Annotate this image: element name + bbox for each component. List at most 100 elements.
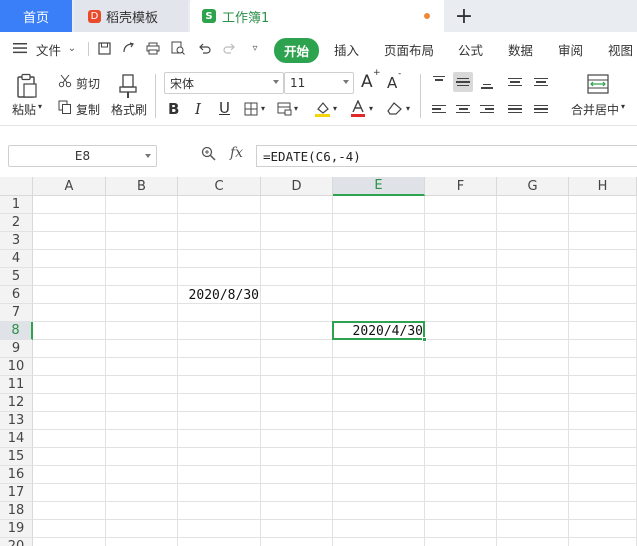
align-middle-icon[interactable] [453, 72, 473, 92]
column-header-a[interactable]: A [33, 177, 106, 196]
formula-input[interactable]: =EDATE(C6,-4) [256, 145, 637, 167]
italic-button[interactable]: I [195, 100, 201, 118]
row-header-11[interactable]: 11 [0, 376, 33, 394]
caret-down-icon[interactable]: ▾ [38, 102, 42, 111]
tab-template[interactable]: D 稻壳模板 [74, 0, 188, 32]
file-menu[interactable]: 文件 [36, 40, 61, 59]
column-header-h[interactable]: H [569, 177, 637, 196]
hamburger-menu-icon[interactable] [12, 40, 28, 56]
column-header-g[interactable]: G [497, 177, 569, 196]
justify-icon[interactable] [505, 99, 525, 119]
row-header-1[interactable]: 1 [0, 196, 33, 214]
column-header-c[interactable]: C [178, 177, 261, 196]
row-header-12[interactable]: 12 [0, 394, 33, 412]
grid-line [33, 213, 637, 214]
tab-workbook[interactable]: S 工作簿1 [190, 0, 444, 32]
row-header-8[interactable]: 8 [0, 322, 33, 340]
caret-down-icon[interactable]: ▾ [333, 104, 337, 113]
cut-button[interactable]: 剪切 [76, 75, 100, 92]
decrease-font-size-button[interactable]: A [387, 74, 397, 92]
select-all-corner[interactable] [0, 177, 33, 196]
row-header-19[interactable]: 19 [0, 520, 33, 538]
increase-indent-icon[interactable] [531, 72, 551, 92]
copy-button[interactable]: 复制 [76, 101, 100, 118]
zoom-search-icon[interactable] [201, 146, 216, 165]
row-header-13[interactable]: 13 [0, 412, 33, 430]
menu-tab-data[interactable]: 数据 [508, 40, 533, 59]
insert-function-button[interactable]: fx [230, 145, 243, 161]
redo-icon[interactable] [221, 40, 237, 56]
print-preview-icon[interactable] [170, 40, 186, 56]
row-header-10[interactable]: 10 [0, 358, 33, 376]
underline-button[interactable]: U [219, 99, 230, 117]
format-painter-icon[interactable] [116, 72, 140, 100]
decrease-indent-icon[interactable] [505, 72, 525, 92]
font-size-select[interactable]: 11 [284, 72, 354, 94]
menu-tab-page-layout[interactable]: 页面布局 [384, 40, 434, 59]
row-header-7[interactable]: 7 [0, 304, 33, 322]
row-header-5[interactable]: 5 [0, 268, 33, 286]
cell-c6[interactable]: 2020/8/30 [178, 286, 261, 304]
fill-color-icon[interactable] [313, 99, 331, 117]
menu-tab-home[interactable]: 开始 [274, 38, 320, 63]
row-header-2[interactable]: 2 [0, 214, 33, 232]
row-header-17[interactable]: 17 [0, 484, 33, 502]
align-center-icon[interactable] [453, 99, 473, 119]
caret-down-icon[interactable]: ▾ [261, 104, 265, 113]
format-painter-button[interactable]: 格式刷 [111, 101, 147, 118]
save-icon[interactable] [96, 40, 112, 56]
increase-font-size-button[interactable]: A [361, 72, 373, 92]
column-header-e[interactable]: E [333, 177, 425, 196]
column-header-d[interactable]: D [261, 177, 333, 196]
menu-tab-view[interactable]: 视图 [608, 40, 633, 59]
name-box[interactable]: E8 [8, 145, 157, 167]
caret-down-icon[interactable]: ▾ [294, 104, 298, 113]
row-header-6[interactable]: 6 [0, 286, 33, 304]
bold-button[interactable]: B [168, 100, 179, 118]
column-header-b[interactable]: B [106, 177, 178, 196]
menu-tab-insert[interactable]: 插入 [334, 40, 359, 59]
tab-workbook-label: 工作簿1 [222, 10, 270, 26]
menu-tab-formulas[interactable]: 公式 [458, 40, 483, 59]
row-header-3[interactable]: 3 [0, 232, 33, 250]
align-right-icon[interactable] [477, 99, 497, 119]
row-header-16[interactable]: 16 [0, 466, 33, 484]
row-header-14[interactable]: 14 [0, 430, 33, 448]
row-header-9[interactable]: 9 [0, 340, 33, 358]
grid-line [33, 249, 637, 250]
merge-center-button[interactable]: 合并居中 [571, 101, 619, 118]
row-header-15[interactable]: 15 [0, 448, 33, 466]
align-bottom-icon[interactable] [477, 72, 497, 92]
clear-format-icon[interactable] [386, 100, 404, 116]
caret-down-icon[interactable]: ▾ [369, 104, 373, 113]
new-tab-button[interactable]: + [452, 2, 476, 30]
export-pdf-icon[interactable] [120, 40, 136, 56]
menu-tab-review[interactable]: 审阅 [558, 40, 583, 59]
align-top-icon[interactable] [429, 72, 449, 92]
align-left-icon[interactable] [429, 99, 449, 119]
chevron-down-icon[interactable]: ⌄ [64, 40, 80, 56]
row-header-4[interactable]: 4 [0, 250, 33, 268]
paste-icon[interactable] [14, 72, 40, 100]
customize-toolbar-icon[interactable]: ▿ [247, 40, 263, 56]
tab-home[interactable]: 首页 [0, 0, 72, 32]
distribute-icon[interactable] [531, 99, 551, 119]
row-header-20[interactable]: 20 [0, 538, 33, 546]
plus-icon: + [373, 68, 381, 78]
grid-line [33, 429, 637, 430]
merge-center-icon[interactable] [586, 73, 610, 95]
print-icon[interactable] [145, 40, 161, 56]
row-header-18[interactable]: 18 [0, 502, 33, 520]
cell-e8[interactable]: 2020/4/30 [333, 322, 425, 340]
font-name-select[interactable]: 宋体 [164, 72, 284, 94]
paste-button[interactable]: 粘贴 [12, 101, 36, 118]
column-header-f[interactable]: F [425, 177, 497, 196]
font-color-icon[interactable] [349, 99, 367, 117]
caret-down-icon[interactable]: ▾ [406, 104, 410, 113]
borders-icon[interactable] [243, 101, 259, 117]
caret-down-icon[interactable]: ▾ [621, 102, 625, 111]
undo-icon[interactable] [196, 40, 212, 56]
cell-style-icon[interactable] [276, 101, 292, 117]
spreadsheet-grid[interactable]: A B C D E F G H 1 2 3 4 5 6 7 8 9 10 11 12 13 14 15 16 17 18 19 202… [0, 177, 637, 546]
grid-line [33, 303, 637, 304]
